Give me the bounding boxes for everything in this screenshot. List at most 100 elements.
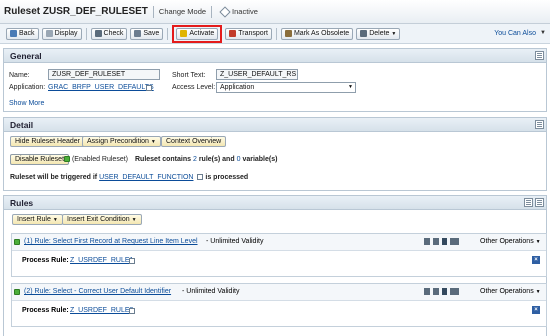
process-rule-link[interactable]: Z_USRDEF_RULE2 [70,307,133,314]
transport-button[interactable]: Transport [225,27,272,40]
check-label: Check [103,30,124,37]
save-label: Save [143,30,160,37]
chevron-down-icon: ▼ [535,289,541,295]
other-operations-label: Other Operations [480,238,534,245]
main-toolbar: Back Display Check Save Activate Transpo… [0,24,550,44]
access-level-value: Application [220,84,255,91]
page-title: Ruleset ZUSR_DEF_RULESET [4,6,148,17]
rule-header: (2) Rule: Select - Correct User Default … [12,284,546,301]
close-icon[interactable]: × [532,256,540,264]
copy-icon[interactable] [424,238,430,245]
panel-menu-icon[interactable] [524,198,533,207]
disable-ruleset-button[interactable]: Disable Ruleset [10,154,70,165]
chevron-down-icon: ▼ [391,30,397,37]
display-button[interactable]: Display [41,27,82,40]
hide-ruleset-header-button[interactable]: Hide Ruleset Header [10,136,85,147]
application-label: Application: [9,84,46,91]
back-button[interactable]: Back [6,27,39,40]
check-button[interactable]: Check [90,27,128,40]
save-icon [134,30,142,37]
application-link[interactable]: GRAC_BRFP_USER_DEFAULTS [48,84,154,91]
insert-rule-label: Insert Rule [17,216,51,223]
rule-validity: - Unlimited Validity [182,288,240,295]
chevron-down-icon: ▼ [535,239,541,245]
contains-prefix: Ruleset contains [135,156,192,163]
truck-icon [229,30,237,37]
activate-button[interactable]: Activate [176,27,219,40]
rule-title-link[interactable]: (2) Rule: Select - Correct User Default … [24,288,171,295]
rule-word: rule(s) and [198,156,235,163]
rule-active-icon [14,289,20,295]
rule-action: Process Rule: Z_USRDEF_RULE1 × [12,251,546,268]
rules-heading: Rules [10,197,34,208]
panel-menu-icon[interactable] [535,198,544,207]
insert-rule-button[interactable]: Insert Rule ▼ [12,214,63,225]
object-nav-icon[interactable] [129,308,135,314]
panel-menu-icon[interactable] [535,120,544,129]
other-operations-label: Other Operations [480,288,534,295]
name-field[interactable]: ZUSR_DEF_RULESET [48,69,160,80]
variable-word: variable(s) [242,156,278,163]
save-button[interactable]: Save [130,27,164,40]
chevron-down-icon[interactable]: ▼ [540,30,546,36]
activate-icon [180,30,188,37]
you-can-also-menu[interactable]: You Can Also [494,30,536,37]
general-panel: General Name: ZUSR_DEF_RULESET Applicati… [3,48,547,112]
short-text-label: Short Text: [172,72,206,79]
obsolete-icon [284,30,292,37]
access-level-label: Access Level: [172,84,216,91]
title-divider [211,5,213,18]
rule-item: (1) Rule: Select First Record at Request… [11,233,547,277]
short-text-field[interactable]: Z_USER_DEFAULT_RS [216,69,298,80]
trash-icon [360,30,368,37]
assign-precondition-button[interactable]: Assign Precondition ▼ [82,136,161,147]
inactive-status-icon [219,5,231,18]
move-down-icon[interactable] [442,238,447,245]
rule-title-link[interactable]: (1) Rule: Select First Record at Request… [24,238,198,245]
link-icon[interactable] [450,288,459,295]
back-label: Back [19,30,35,37]
activate-highlight: Activate [172,24,223,43]
name-label: Name: [9,72,30,79]
toolbar-divider [85,27,87,40]
process-rule-link[interactable]: Z_USRDEF_RULE1 [70,257,133,264]
panel-menu-icon[interactable] [535,51,544,60]
transport-label: Transport [238,30,268,37]
delete-label: Delete [369,30,390,37]
trigger-suffix: is processed [205,174,249,181]
object-nav-icon[interactable] [197,174,204,180]
trash-icon[interactable] [433,288,439,295]
object-nav-icon[interactable] [129,258,135,264]
trigger-function-link[interactable]: USER_DEFAULT_FUNCTION [99,174,193,181]
other-operations-menu[interactable]: Other Operations ▼ [480,288,541,295]
delete-button[interactable]: Delete ▼ [356,27,401,40]
title-divider [152,5,154,18]
rule-count-link[interactable]: 2 [193,156,197,163]
trash-icon[interactable] [433,238,439,245]
chevron-down-icon: ▼ [52,217,58,223]
mark-obsolete-button[interactable]: Mark As Obsolete [280,27,354,40]
other-operations-menu[interactable]: Other Operations ▼ [480,238,541,245]
insert-exit-condition-button[interactable]: Insert Exit Condition ▼ [62,214,142,225]
object-nav-icon[interactable] [146,85,152,91]
enabled-status-icon [64,156,70,162]
access-level-select[interactable]: Application ▼ [216,82,356,93]
context-overview-button[interactable]: Context Overview [161,136,227,147]
enabled-text: (Enabled Ruleset) [71,156,128,163]
disable-ruleset-label: Disable Ruleset [15,156,65,163]
mark-obsolete-label: Mark As Obsolete [293,30,350,37]
rule-action: Process Rule: Z_USRDEF_RULE2 × [12,301,546,318]
ruleset-summary: Ruleset contains 2 rule(s) and 0 variabl… [135,156,277,163]
rule-operations [424,238,459,245]
close-icon[interactable]: × [532,306,540,314]
title-bar: Ruleset ZUSR_DEF_RULESET Change Mode Ina… [0,0,550,24]
variable-count-link[interactable]: 0 [237,156,241,163]
activate-label: Activate [189,30,215,37]
process-rule-label: Process Rule: [22,307,69,314]
link-icon[interactable] [450,238,459,245]
show-more-link[interactable]: Show More [9,100,44,107]
move-up-icon[interactable] [442,288,447,295]
rules-panel: Rules Insert Rule ▼ Insert Exit Condition… [3,195,547,336]
copy-icon[interactable] [424,288,430,295]
rule-operations [424,288,459,295]
